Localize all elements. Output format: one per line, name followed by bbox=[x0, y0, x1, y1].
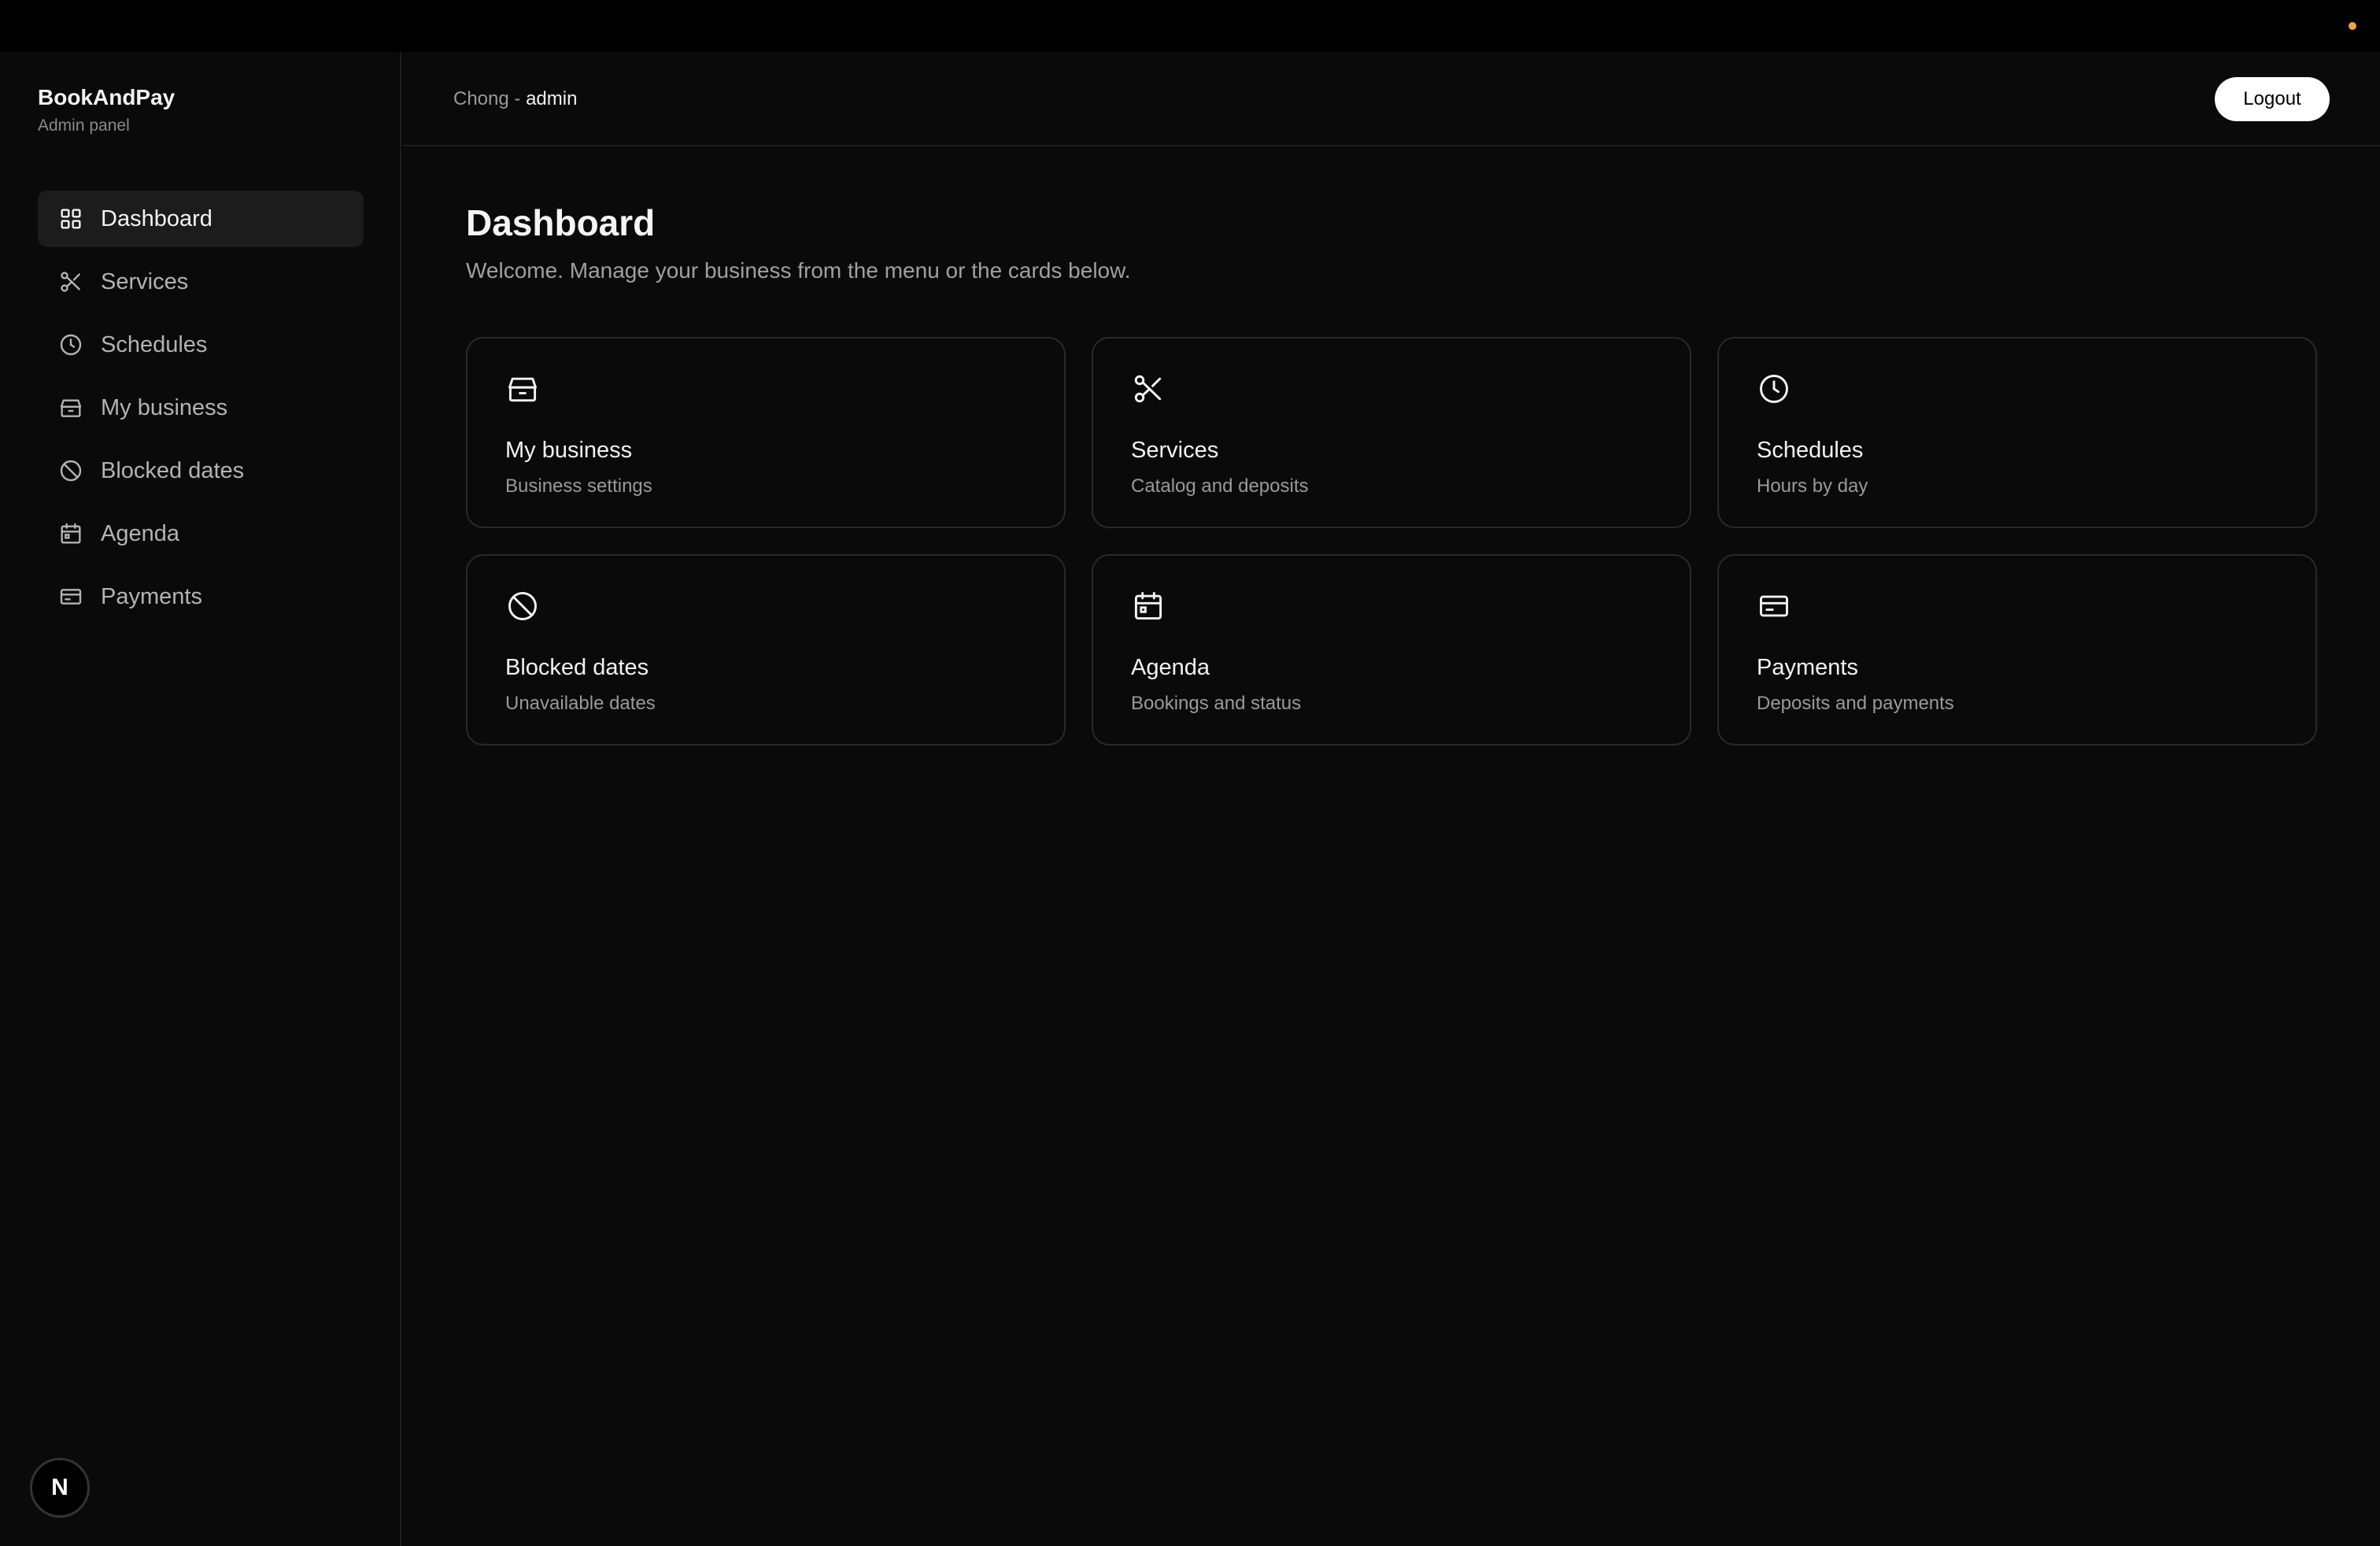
card-title: Blocked dates bbox=[505, 655, 649, 680]
ban-icon bbox=[58, 458, 83, 483]
sidebar-item-my-business[interactable]: My business bbox=[38, 379, 364, 436]
card-services[interactable]: Services Catalog and deposits bbox=[1092, 337, 1691, 528]
store-icon bbox=[505, 372, 540, 406]
clock-icon bbox=[58, 332, 83, 357]
sidebar-item-schedules[interactable]: Schedules bbox=[38, 316, 364, 373]
sidebar-item-blocked-dates[interactable]: Blocked dates bbox=[38, 442, 364, 499]
calendar-icon bbox=[58, 521, 83, 546]
clock-icon bbox=[1757, 372, 1791, 406]
sidebar-item-payments[interactable]: Payments bbox=[38, 568, 364, 625]
card-description: Bookings and status bbox=[1131, 693, 1302, 714]
card-payments[interactable]: Payments Deposits and payments bbox=[1717, 554, 2317, 745]
user-name: Chong bbox=[453, 88, 509, 109]
user-role: admin bbox=[526, 88, 578, 109]
calendar-icon bbox=[1131, 589, 1166, 623]
ban-icon bbox=[505, 589, 540, 623]
sidebar-item-label: My business bbox=[101, 394, 228, 420]
credit-card-icon bbox=[1757, 589, 1791, 623]
card-blocked-dates[interactable]: Blocked dates Unavailable dates bbox=[466, 554, 1066, 745]
sidebar-item-label: Services bbox=[101, 268, 189, 294]
card-title: Schedules bbox=[1757, 438, 1864, 463]
brand-name: BookAndPay bbox=[38, 85, 176, 109]
brand: BookAndPay Admin panel bbox=[38, 85, 175, 135]
store-icon bbox=[58, 395, 83, 420]
dashboard-cards: My business Business settings Services C… bbox=[466, 337, 2317, 745]
credit-card-icon bbox=[58, 584, 83, 609]
status-dot bbox=[2349, 22, 2356, 30]
card-description: Business settings bbox=[505, 475, 652, 497]
sidebar-item-dashboard[interactable]: Dashboard bbox=[38, 190, 364, 247]
card-description: Deposits and payments bbox=[1757, 693, 1954, 714]
window-top-bar bbox=[0, 0, 2380, 52]
sidebar-item-label: Blocked dates bbox=[101, 457, 245, 483]
card-schedules[interactable]: Schedules Hours by day bbox=[1717, 337, 2317, 528]
card-agenda[interactable]: Agenda Bookings and status bbox=[1092, 554, 1691, 745]
main-content: Dashboard Welcome. Manage your business … bbox=[466, 202, 2317, 745]
dashboard-grid-icon bbox=[58, 206, 83, 231]
dev-badge-button[interactable]: N bbox=[30, 1458, 90, 1518]
sidebar-item-label: Payments bbox=[101, 583, 202, 609]
card-title: My business bbox=[505, 438, 633, 463]
sidebar: BookAndPay Admin panel Dashboard Service… bbox=[0, 52, 401, 1546]
sidebar-item-agenda[interactable]: Agenda bbox=[38, 505, 364, 562]
user-info: Chong - admin bbox=[453, 88, 577, 110]
user-separator: - bbox=[508, 88, 527, 109]
card-title: Services bbox=[1131, 438, 1219, 463]
sidebar-nav: Dashboard Services Schedules My business… bbox=[38, 190, 364, 631]
card-my-business[interactable]: My business Business settings bbox=[466, 337, 1066, 528]
logout-button[interactable]: Logout bbox=[2215, 77, 2330, 121]
scissors-icon bbox=[58, 269, 83, 294]
page-subtitle: Welcome. Manage your business from the m… bbox=[466, 258, 1131, 283]
sidebar-item-label: Dashboard bbox=[101, 205, 213, 231]
card-title: Payments bbox=[1757, 655, 1858, 680]
sidebar-item-services[interactable]: Services bbox=[38, 253, 364, 310]
page-title: Dashboard bbox=[466, 202, 656, 243]
brand-subtitle: Admin panel bbox=[38, 117, 130, 135]
card-title: Agenda bbox=[1131, 655, 1210, 680]
top-header: Chong - admin Logout bbox=[403, 52, 2380, 146]
sidebar-item-label: Schedules bbox=[101, 331, 208, 357]
card-description: Catalog and deposits bbox=[1131, 475, 1309, 497]
card-description: Hours by day bbox=[1757, 475, 1868, 497]
scissors-icon bbox=[1131, 372, 1166, 406]
sidebar-item-label: Agenda bbox=[101, 520, 179, 546]
card-description: Unavailable dates bbox=[505, 693, 656, 714]
